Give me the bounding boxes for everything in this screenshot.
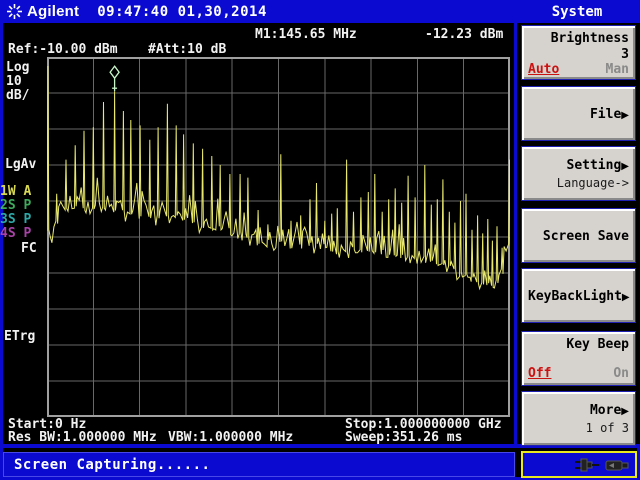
status-bar: Screen Capturing...... (3, 452, 515, 477)
vbw-label: VBW:1.000000 MHz (168, 430, 293, 445)
sweep-label: Sweep:351.26 ms (345, 430, 462, 445)
power-plug-icon (574, 457, 600, 473)
softkey-label: Screen Save (528, 229, 629, 244)
submenu-arrow-icon: ▶ (621, 110, 629, 121)
agilent-spark-icon (7, 4, 22, 19)
softkey-subtext: Language-> (528, 176, 629, 190)
softkey-more[interactable]: More▶ 1 of 3 (521, 391, 636, 446)
softkey-menu: Brightness3Auto Man File▶ Setting▶ Language-… (517, 23, 640, 444)
softkey-key-beep[interactable]: Key Beep Off On (521, 331, 636, 386)
ref-level-label: Ref:-10.00 dBm (8, 42, 118, 57)
graticule-grid (47, 57, 510, 417)
softkey-file[interactable]: File▶ (521, 86, 636, 141)
marker-diamond (110, 66, 119, 91)
trace-mode-4: 4S P (0, 226, 31, 241)
softkey-label: Key Beep (528, 337, 629, 352)
softkey-label: More▶ (528, 403, 629, 418)
softkey-toggle: Off On (528, 366, 629, 381)
softkey-brightness[interactable]: Brightness3Auto Man (521, 25, 636, 80)
scale-unit-label: dB/ (6, 88, 29, 103)
frame-left (0, 23, 3, 480)
trace-mode-list: 1W A2S P3S P4S P (0, 184, 46, 244)
toggle-option-man[interactable]: Man (606, 62, 629, 77)
submenu-arrow-icon: ▶ (621, 161, 629, 172)
trace-mode-3: 3S P (0, 212, 31, 227)
toggle-option-off[interactable]: Off (528, 366, 551, 381)
softkey-label: Setting▶ (528, 158, 629, 173)
coupling-label: FC (21, 241, 37, 256)
softkey-screen-save[interactable]: Screen Save (521, 208, 636, 263)
trigger-label: ETrg (4, 329, 35, 344)
softkey-setting[interactable]: Setting▶ Language-> (521, 146, 636, 201)
marker-readout-amp: -12.23 dBm (425, 27, 503, 42)
toggle-option-on[interactable]: On (613, 366, 629, 381)
softkey-toggle: Auto Man (528, 62, 629, 77)
softkey-label: Brightness (528, 31, 629, 46)
spectrum-plot (47, 57, 510, 417)
usb-device-icon (604, 457, 630, 473)
marker-readout-freq: M1:145.65 MHz (255, 27, 357, 42)
datetime-text: 09:47:40 01,30,2014 (97, 4, 267, 20)
softkey-subtext: 1 of 3 (528, 421, 629, 435)
spectrum-analyzer-screen: { "topbar": { "brand": "Agilent", "datet… (0, 0, 640, 480)
softkey-label: File▶ (528, 107, 629, 122)
brand-name: Agilent (27, 3, 79, 20)
menu-title: System (517, 4, 637, 20)
average-type-label: LgAv (5, 157, 36, 172)
io-indicator-box (521, 451, 637, 478)
trace-mode-1: 1W A (0, 184, 31, 199)
attenuation-label: #Att:10 dB (148, 42, 226, 57)
submenu-arrow-icon: ▶ (621, 406, 629, 417)
toggle-option-auto[interactable]: Auto (528, 62, 559, 77)
status-message: Screen Capturing...... (14, 457, 210, 473)
rbw-label: Res BW:1.000000 MHz (8, 430, 157, 445)
trace-mode-2: 2S P (0, 198, 31, 213)
softkey-key-backlight[interactable]: KeyBackLight▶ (521, 268, 636, 323)
softkey-label: KeyBackLight▶ (528, 289, 629, 304)
scale-type-label: Log (6, 60, 29, 75)
softkey-value: 3 (528, 47, 629, 62)
brand-logo: Agilent (7, 3, 79, 20)
submenu-arrow-icon: ▶ (622, 292, 630, 303)
scale-value-label: 10 (6, 74, 22, 89)
